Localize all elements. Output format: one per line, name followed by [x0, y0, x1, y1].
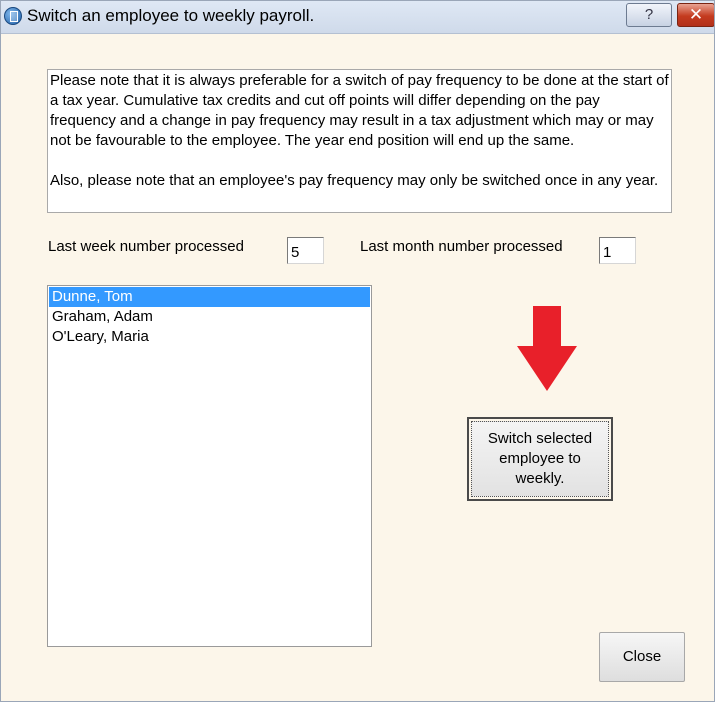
notice-textbox[interactable]: Please note that it is always preferable…: [47, 69, 672, 213]
window-title: Switch an employee to weekly payroll.: [27, 6, 315, 25]
list-item[interactable]: O'Leary, Maria: [49, 327, 370, 347]
notice-paragraph-2: Also, please note that an employee's pay…: [50, 172, 659, 189]
window-close-button[interactable]: ✕: [677, 3, 714, 27]
last-month-input[interactable]: [599, 237, 636, 264]
last-week-input[interactable]: [287, 237, 324, 264]
down-arrow-icon: [517, 306, 577, 391]
last-week-label: Last week number processed: [48, 238, 244, 255]
employee-list[interactable]: Dunne, Tom Graham, Adam O'Leary, Maria: [47, 285, 372, 647]
title-bar[interactable]: Switch an employee to weekly payroll. ? …: [1, 1, 714, 34]
list-item[interactable]: Dunne, Tom: [49, 287, 370, 307]
notice-paragraph-1: Please note that it is always preferable…: [50, 72, 669, 149]
help-button[interactable]: ?: [626, 3, 672, 27]
list-item[interactable]: Graham, Adam: [49, 307, 370, 327]
last-month-label: Last month number processed: [360, 238, 563, 255]
switch-employee-button[interactable]: Switch selected employee to weekly.: [467, 417, 613, 501]
dialog-window: Switch an employee to weekly payroll. ? …: [0, 0, 715, 702]
switch-button-label: Switch selected employee to weekly.: [471, 421, 609, 497]
close-button[interactable]: Close: [599, 632, 685, 682]
app-icon: [4, 7, 22, 25]
